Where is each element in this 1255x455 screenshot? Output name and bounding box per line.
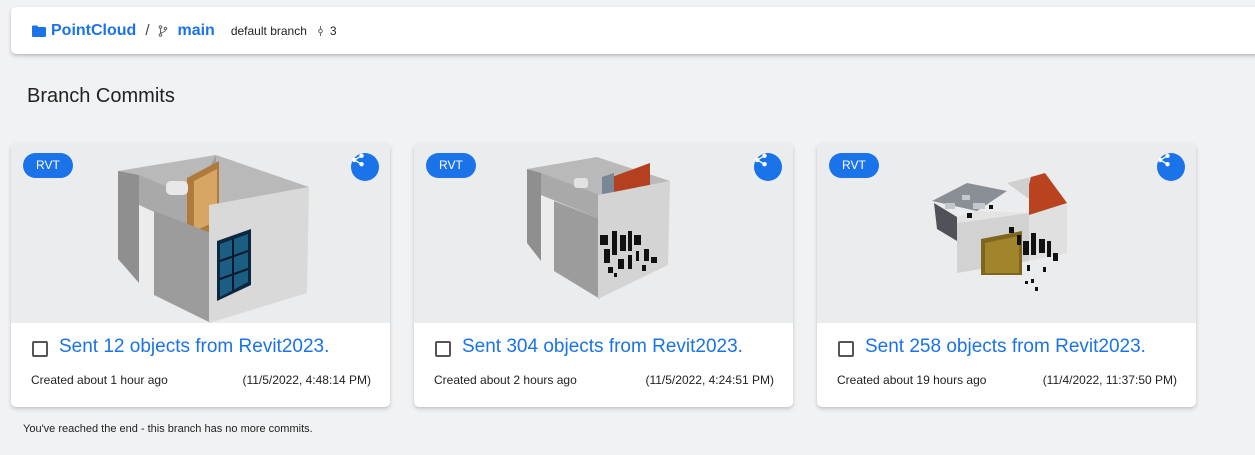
end-of-list-message: You've reached the end - this branch has… bbox=[23, 423, 313, 435]
page-title: Branch Commits bbox=[27, 85, 175, 107]
share-icon bbox=[755, 153, 767, 167]
created-time: Created about 2 hours ago bbox=[434, 373, 577, 387]
top-bar: PointCloud / main default branch 3 bbox=[11, 7, 1255, 54]
breadcrumb: PointCloud / main default branch 3 bbox=[32, 7, 337, 54]
commit-date: (11/4/2022, 11:37:50 PM) bbox=[1042, 373, 1177, 387]
share-button[interactable] bbox=[754, 153, 782, 181]
commit-preview-image[interactable]: RVT bbox=[817, 143, 1196, 323]
commit-card[interactable]: RVT Sent 258 objects from Revit2023. Cre… bbox=[817, 143, 1196, 407]
branch-link[interactable]: main bbox=[177, 22, 214, 40]
commit-select-checkbox[interactable] bbox=[32, 341, 48, 357]
commit-select-checkbox[interactable] bbox=[838, 341, 854, 357]
commit-card[interactable]: RVT Sent 304 objects from Revit2023. Cre… bbox=[414, 143, 793, 407]
commit-icon bbox=[318, 25, 323, 36]
share-button[interactable] bbox=[1157, 153, 1185, 181]
commit-preview-image[interactable]: RVT bbox=[414, 143, 793, 323]
created-time: Created about 19 hours ago bbox=[837, 373, 987, 387]
commit-message-link[interactable]: Sent 304 objects from Revit2023. bbox=[462, 336, 743, 358]
share-icon bbox=[1158, 153, 1170, 167]
commit-count: 3 bbox=[329, 23, 337, 38]
commit-select-checkbox[interactable] bbox=[435, 341, 451, 357]
folder-icon bbox=[32, 25, 46, 37]
share-button[interactable] bbox=[351, 153, 379, 181]
commit-date: (11/5/2022, 4:24:51 PM) bbox=[645, 373, 774, 387]
branch-description: default branch bbox=[230, 23, 307, 38]
source-badge: RVT bbox=[426, 153, 476, 178]
source-badge: RVT bbox=[829, 153, 879, 178]
source-badge: RVT bbox=[23, 153, 73, 178]
breadcrumb-separator: / bbox=[145, 22, 150, 39]
stream-link[interactable]: PointCloud bbox=[51, 22, 136, 40]
commit-date: (11/5/2022, 4:48:14 PM) bbox=[242, 373, 371, 387]
created-time: Created about 1 hour ago bbox=[31, 373, 168, 387]
branch-icon bbox=[159, 24, 168, 37]
commit-message-link[interactable]: Sent 12 objects from Revit2023. bbox=[59, 336, 329, 358]
commit-message-link[interactable]: Sent 258 objects from Revit2023. bbox=[865, 336, 1146, 358]
commit-card[interactable]: RVT Sent 12 objects from Revit2023. Crea… bbox=[11, 143, 390, 407]
share-icon bbox=[352, 153, 364, 167]
commit-preview-image[interactable]: RVT bbox=[11, 143, 390, 323]
